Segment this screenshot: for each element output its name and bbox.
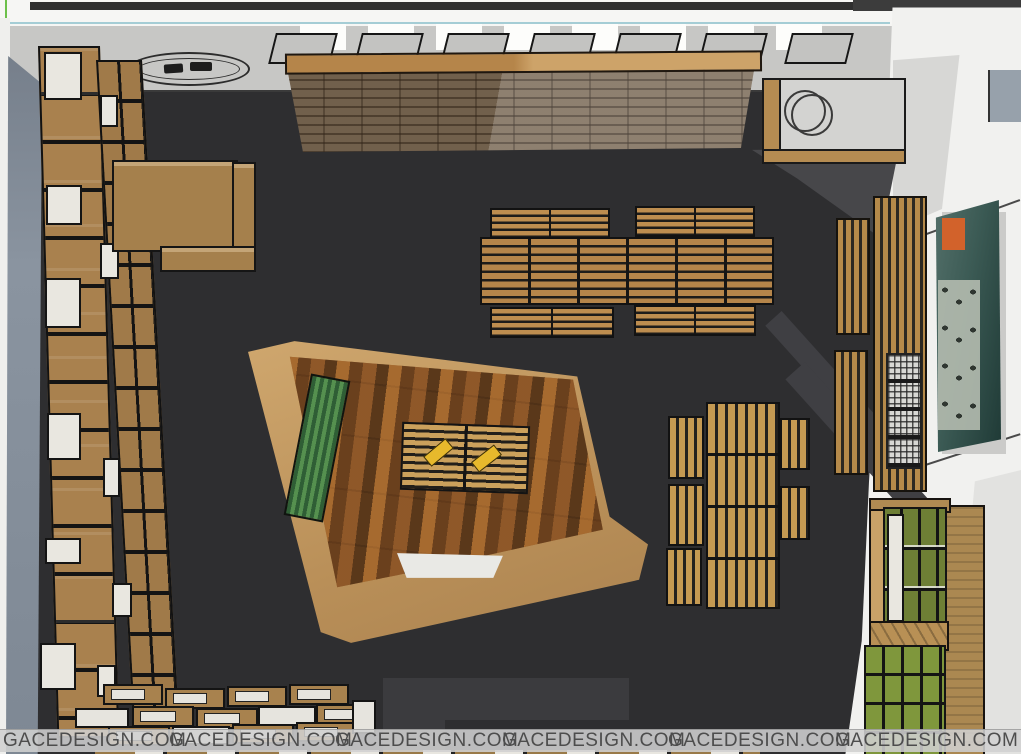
ac-wood-trim	[764, 149, 904, 162]
slat-bench	[637, 208, 753, 235]
cubby-white-box	[103, 458, 120, 497]
display-table	[289, 684, 349, 705]
cubby-white-box	[47, 413, 81, 460]
cubby-white-box	[46, 185, 82, 225]
reception-desk	[112, 160, 238, 252]
slat-bench	[782, 488, 808, 538]
platform-white-wedge	[397, 552, 504, 579]
ceiling-light-oval	[128, 52, 250, 86]
green-shelf-white-panel	[887, 514, 904, 622]
watermark-text: GACEDESIGN.COM	[835, 730, 1005, 752]
cubby-white-box	[100, 95, 118, 127]
watermark-text: GACEDESIGN.COM	[3, 730, 173, 752]
poster-orange-square	[942, 218, 965, 250]
wall-recess	[988, 70, 1021, 122]
display-table	[227, 686, 287, 707]
display-table-white	[75, 708, 129, 728]
wire-baskets	[888, 355, 920, 467]
slat-bench	[492, 210, 608, 237]
slat-shelving-right	[838, 220, 868, 333]
cubby-white-box	[44, 52, 82, 100]
watermark-text: GACEDESIGN.COM	[335, 730, 505, 752]
slat-bench	[668, 550, 700, 604]
watermark-text: GACEDESIGN.COM	[502, 730, 672, 752]
platform-rug	[402, 424, 528, 492]
slat-shelving-right	[836, 352, 866, 473]
slat-bench	[670, 486, 702, 544]
axis-line-green	[5, 0, 7, 19]
horizontal-slat-table	[482, 239, 772, 303]
slat-bench	[636, 307, 754, 334]
display-table	[132, 706, 194, 727]
ceiling-fitting	[164, 63, 184, 73]
cubby-white-box	[45, 278, 81, 328]
cubby-white-box	[40, 643, 76, 690]
left-wall-gray	[6, 56, 42, 754]
reception-desk-step	[160, 246, 256, 272]
render-canvas: GACEDESIGN.COM GACEDESIGN.COM GACEDESIGN…	[0, 0, 1021, 754]
cubby-white-box	[45, 538, 81, 564]
watermark-text: GACEDESIGN.COM	[169, 730, 339, 752]
poster-sketch-grid	[938, 280, 980, 430]
slat-bench	[782, 420, 808, 468]
display-table	[103, 684, 163, 705]
slat-bench	[670, 418, 702, 477]
canopy-wood-beam	[285, 50, 762, 74]
ac-round-unit	[791, 94, 833, 136]
cubby-white-box	[112, 583, 132, 617]
skylight-frame	[784, 33, 854, 64]
wall-poster	[931, 200, 1001, 452]
watermark-text: GACEDESIGN.COM	[668, 730, 838, 752]
ac-unit-box	[762, 78, 906, 164]
vertical-slat-table	[708, 404, 778, 607]
slat-bench	[492, 309, 612, 336]
green-shelf-wood-side	[943, 505, 985, 754]
ceiling-fitting	[190, 62, 212, 71]
